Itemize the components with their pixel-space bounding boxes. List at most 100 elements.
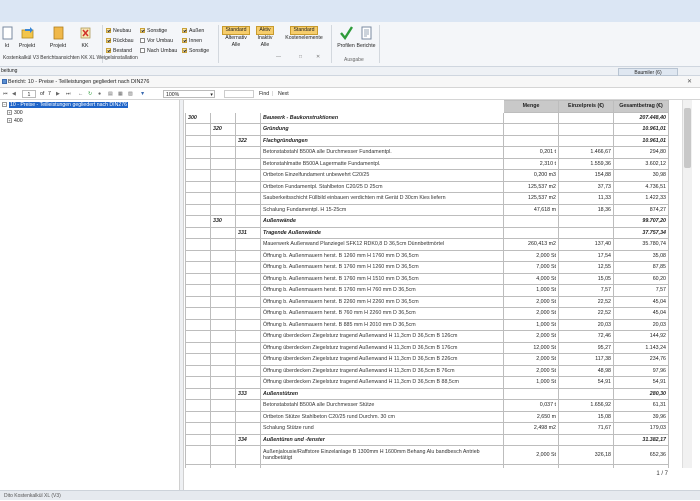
empty-cell [185, 295, 211, 308]
position-unit-price: 54,91 [558, 376, 614, 389]
empty-cell [235, 341, 261, 354]
prev-page-icon[interactable]: ◀ [12, 89, 16, 100]
position-text: Betonstabstahl B500A alle Durchmesser Fu… [260, 146, 504, 159]
checkbox-sonstige[interactable]: Sonstige [140, 27, 167, 35]
group-row-l1: 300 Bauwerk - Baukonstruktionen 207.448,40 [185, 111, 669, 124]
position-unit-price: 22,52 [558, 307, 614, 320]
pane-splitter[interactable] [180, 100, 184, 490]
checkbox-vor-umbau[interactable]: Vor Umbau [140, 37, 173, 45]
minimize-icon[interactable]: — [276, 54, 281, 60]
title-bar [0, 0, 700, 22]
position-quantity: 0,200 m3 [503, 169, 559, 182]
find-input[interactable] [224, 90, 254, 98]
print-layout-icon[interactable]: ▦ [118, 89, 123, 100]
empty-cell [210, 330, 236, 343]
empty-cell [185, 307, 211, 320]
table-row: Öffnung überdecken Ziegelsturz tragend A… [185, 353, 669, 366]
last-page-icon[interactable]: ⏭ [66, 89, 71, 100]
position-quantity: 2,000 St [503, 307, 559, 320]
empty-cell [235, 249, 261, 262]
group-total: 10.961,01 [613, 134, 669, 147]
option-cost-elements[interactable]: Standard Kostenelemente [280, 26, 328, 42]
option-line: Kostenelemente [285, 35, 323, 41]
checkbox-box [106, 38, 111, 43]
report-body: 300 Bauwerk - Baukonstruktionen 207.448,40… [185, 111, 669, 468]
vertical-scrollbar[interactable] [682, 100, 692, 468]
table-header-row: Menge Einzelpreis (€) Gesamtbetrag (€) [185, 100, 669, 113]
maximize-icon[interactable]: □ [299, 54, 302, 60]
group-code: 322 [235, 134, 261, 147]
tree-node-300[interactable]: +300 [7, 110, 23, 117]
position-total: 35.780,74 [613, 238, 669, 251]
status-bar: Dito Kostenkalkül XL (V3) [0, 490, 700, 500]
position-quantity: 1,000 St [503, 318, 559, 331]
header-gesamtbetrag: Gesamtbetrag (€) [613, 100, 669, 113]
position-total: 35,08 [613, 249, 669, 262]
next-link[interactable]: Next [278, 89, 289, 100]
option-variant[interactable]: Standard Alternativ Alle [222, 26, 250, 49]
empty-cell [235, 215, 261, 228]
reports-button[interactable]: Berichte [353, 26, 379, 60]
checkbox-box [182, 28, 187, 33]
refresh-icon[interactable]: ↻ [88, 89, 92, 100]
tree-node-400[interactable]: +400 [7, 118, 23, 125]
export-icon[interactable]: ▼ [140, 89, 145, 100]
tab-bar: beitung [0, 67, 700, 76]
position-quantity: 2,000 St [503, 445, 559, 465]
report-table: Menge Einzelpreis (€) Gesamtbetrag (€) 3… [185, 100, 669, 468]
table-row: Öffnung b. Außenmauern herst. B 1760 mm … [185, 261, 669, 274]
position-unit-price: 1.656,92 [558, 399, 614, 412]
close-icon[interactable]: ✕ [316, 54, 320, 60]
group-code: 333 [235, 387, 261, 400]
table-row: Öffnung b. Außenmauern herst. B 885 mm H… [185, 318, 669, 331]
checkbox-neubau[interactable]: Neubau [106, 27, 131, 35]
empty-cell [235, 330, 261, 343]
table-row: Öffnung b. Außenmauern herst. B 1760 mm … [185, 284, 669, 297]
next-page-icon[interactable]: ▶ [56, 89, 60, 100]
empty-cell [235, 295, 261, 308]
empty-cell [210, 111, 236, 124]
position-quantity: 125,537 m2 [503, 192, 559, 205]
stop-icon[interactable]: ● [98, 89, 101, 100]
checkbox-box [140, 28, 145, 33]
expand-icon[interactable]: + [7, 118, 12, 123]
position-total: 294,80 [613, 146, 669, 159]
empty-cell [185, 180, 211, 193]
page-number-input[interactable]: 1 [22, 90, 36, 98]
position-total: 1.422,33 [613, 192, 669, 205]
empty-cell [185, 146, 211, 159]
empty-cell [185, 284, 211, 297]
empty-cell [235, 261, 261, 274]
scrollbar-thumb[interactable] [684, 108, 691, 168]
header-spacer [235, 100, 261, 113]
empty-cell [185, 226, 211, 239]
page-indicator: 1 / 7 [656, 471, 668, 477]
empty-cell [185, 387, 211, 400]
empty-cell [210, 410, 236, 423]
tab-bearbeitung[interactable]: beitung [1, 68, 17, 74]
find-link[interactable]: Find [259, 89, 269, 100]
group-row-l3: 334 Außentüren und -fenster 31.382,17 [185, 433, 669, 446]
expand-icon[interactable]: + [7, 110, 12, 115]
checkbox-rueckbau[interactable]: Rückbau [106, 37, 133, 45]
ribbon-separator [379, 25, 380, 63]
ribbon-button-label: KK [81, 43, 89, 49]
zoom-select[interactable]: 100% ▾ [163, 90, 215, 98]
back-icon[interactable]: ← [78, 89, 83, 100]
checkbox-innen[interactable]: Innen [182, 37, 202, 45]
checkbox-box [106, 48, 111, 53]
tab-baumiler[interactable]: Baumiler (6) [618, 68, 678, 76]
table-row: Ortbeton Stütze Stahlbeton C20/25 rund D… [185, 410, 669, 423]
print-icon[interactable]: ▤ [108, 89, 113, 100]
position-quantity: 0,037 t [503, 399, 559, 412]
collapse-icon[interactable]: − [2, 102, 7, 107]
group-title: Außentüren und -fenster [260, 433, 504, 446]
first-page-icon[interactable]: ⏮ [3, 89, 8, 100]
empty-cell [210, 307, 236, 320]
header-spacer [185, 100, 211, 113]
report-window-close-icon[interactable]: ✕ [687, 78, 692, 85]
tree-node-root[interactable]: −10 - Preise - Teilleistungen gegliedert… [2, 102, 128, 109]
page-setup-icon[interactable]: ▧ [128, 89, 133, 100]
option-active[interactable]: Aktiv Inaktiv Alle [255, 26, 275, 49]
checkbox-aussen[interactable]: Außen [182, 27, 204, 35]
